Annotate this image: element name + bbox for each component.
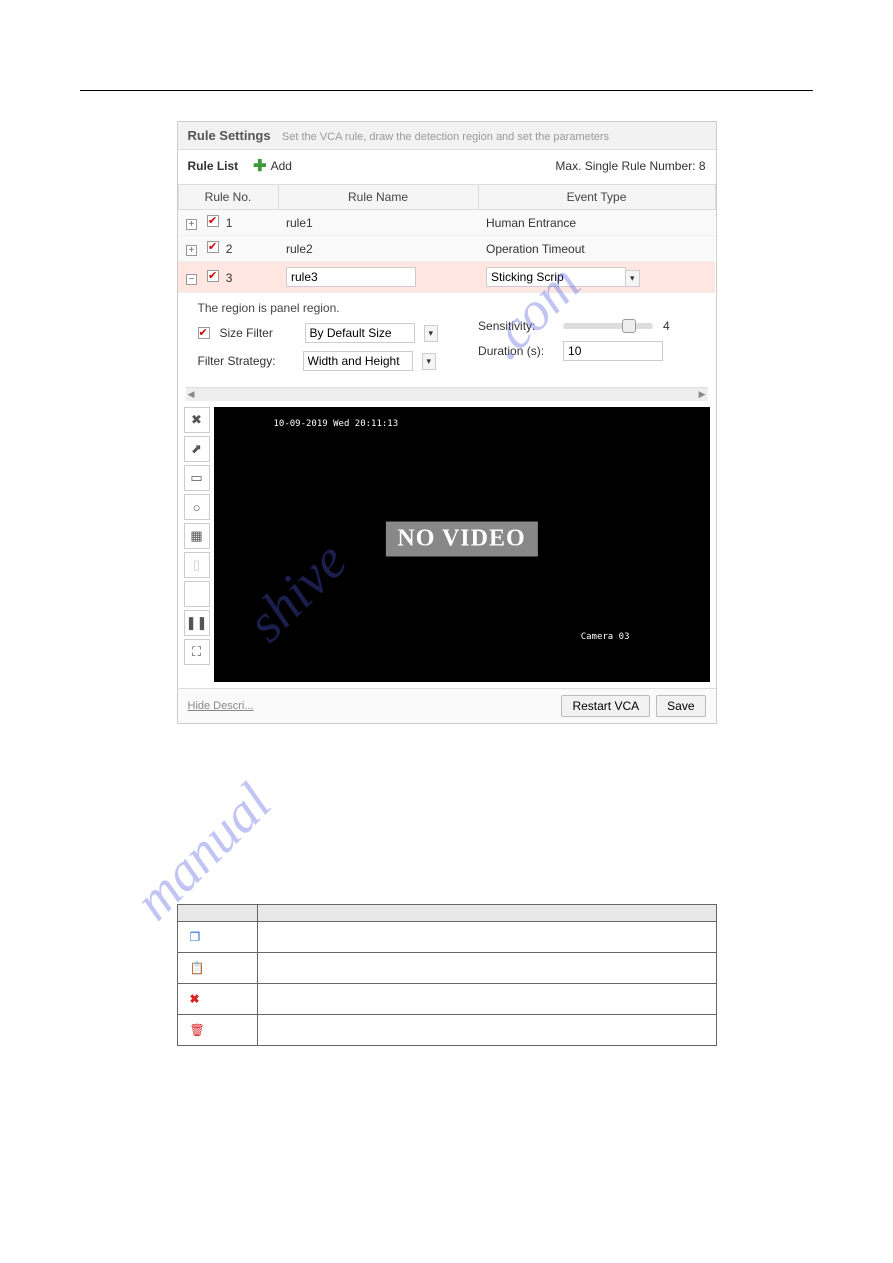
panel-footer: Hide Descri... Restart VCA Save [178,688,716,723]
max-rule-label: Max. Single Rule Number: 8 [555,159,705,173]
icon-desc [257,922,716,953]
video-preview[interactable]: 10-09-2019 Wed 20:11:13 NO VIDEO Camera … [214,407,710,682]
copy-icon: ❐ [190,930,201,944]
save-button[interactable]: Save [656,695,705,717]
region-note: The region is panel region. [198,301,340,315]
add-button[interactable]: Add [271,159,292,173]
duration-label: Duration (s): [478,344,553,358]
video-toolbar: ✖ ⬈ ▭ ○ ▦ ▯ ❚❚ ⛶ [184,407,210,682]
col-event-type: Event Type [478,185,715,210]
close-icon[interactable]: ✖ [184,407,210,433]
size-filter-label: Size Filter [220,326,295,340]
table-row[interactable]: + 2 rule2 Operation Timeout [178,236,715,262]
rule-name-input[interactable] [286,267,416,287]
chevron-down-icon[interactable]: ▾ [422,353,437,370]
rule-name: rule1 [278,210,478,236]
rule-no: 1 [226,216,233,230]
table-row[interactable]: + 1 rule1 Human Entrance [178,210,715,236]
rule-list-label: Rule List [188,159,239,173]
expand-icon[interactable]: + [186,245,197,256]
collapse-icon[interactable]: − [186,274,197,285]
paste-icon: 📋 [190,961,205,975]
size-filter-checkbox[interactable] [198,327,210,339]
rule-no: 3 [226,271,233,285]
blank-tool[interactable] [184,581,210,607]
filter-strategy-select[interactable] [303,351,413,371]
panel-header: Rule Settings Set the VCA rule, draw the… [178,122,716,150]
no-video-label: NO VIDEO [385,522,537,557]
page-icon[interactable]: ▯ [184,552,210,578]
col-rule-no: Rule No. [178,185,278,210]
icon-col-header [177,905,257,922]
rule-checkbox[interactable] [207,241,219,253]
rule-detail-panel: The region is panel region. Size Filter … [178,293,716,387]
rule-name: rule2 [278,236,478,262]
rule-checkbox[interactable] [207,215,219,227]
rectangle-icon[interactable]: ▭ [184,465,210,491]
restart-vca-button[interactable]: Restart VCA [561,695,650,717]
expand-icon[interactable]: + [186,219,197,230]
pointer-icon[interactable]: ⬈ [184,436,210,462]
rule-event: Human Entrance [478,210,715,236]
icon-desc [257,984,716,1015]
table-row: 🗑 [177,1015,716,1046]
icon-legend-table: ❐ 📋 ✖ 🗑 [177,904,717,1046]
page-divider [80,90,813,91]
scroll-right-icon[interactable]: ▶ [699,389,706,400]
camera-label: Camera 03 [581,632,630,642]
event-type-select[interactable] [486,267,626,287]
add-icon[interactable]: ✚ [253,156,266,176]
rule-table: Rule No. Rule Name Event Type + 1 rule1 … [178,184,716,293]
rule-list-bar: Rule List ✚ Add Max. Single Rule Number:… [178,150,716,182]
table-row: ❐ [177,922,716,953]
circle-icon[interactable]: ○ [184,494,210,520]
grid-icon[interactable]: ▦ [184,523,210,549]
pause-icon[interactable]: ❚❚ [184,610,210,636]
sensitivity-slider[interactable] [563,323,653,329]
rule-settings-panel: Rule Settings Set the VCA rule, draw the… [177,121,717,724]
panel-subtitle: Set the VCA rule, draw the detection reg… [282,131,609,143]
icon-desc [257,953,716,984]
col-rule-name: Rule Name [278,185,478,210]
delete-icon: ✖ [190,992,200,1006]
video-area: ✖ ⬈ ▭ ○ ▦ ▯ ❚❚ ⛶ 10-09-2019 Wed 20:11:13… [178,401,716,688]
chevron-down-icon[interactable]: ▾ [625,270,640,287]
fullscreen-icon[interactable]: ⛶ [184,639,210,665]
panel-title: Rule Settings [188,128,271,143]
rule-event: Operation Timeout [478,236,715,262]
scroll-left-icon[interactable]: ◀ [188,389,195,400]
slider-thumb[interactable] [622,319,636,333]
trash-icon: 🗑 [190,1023,205,1037]
horizontal-scrollbar[interactable]: ◀ ▶ [186,387,708,401]
video-timestamp: 10-09-2019 Wed 20:11:13 [274,419,399,429]
table-row: 📋 [177,953,716,984]
size-filter-select[interactable] [305,323,415,343]
icon-desc [257,1015,716,1046]
desc-col-header [257,905,716,922]
rule-no: 2 [226,242,233,256]
table-row: ✖ [177,984,716,1015]
sensitivity-label: Sensitivity: [478,319,553,333]
duration-input[interactable] [563,341,663,361]
hide-description-link[interactable]: Hide Descri... [188,700,254,712]
table-row[interactable]: − 3 ▾ [178,262,715,293]
sensitivity-value: 4 [663,319,670,333]
chevron-down-icon[interactable]: ▾ [424,325,439,342]
rule-checkbox[interactable] [207,270,219,282]
filter-strategy-label: Filter Strategy: [198,354,293,368]
